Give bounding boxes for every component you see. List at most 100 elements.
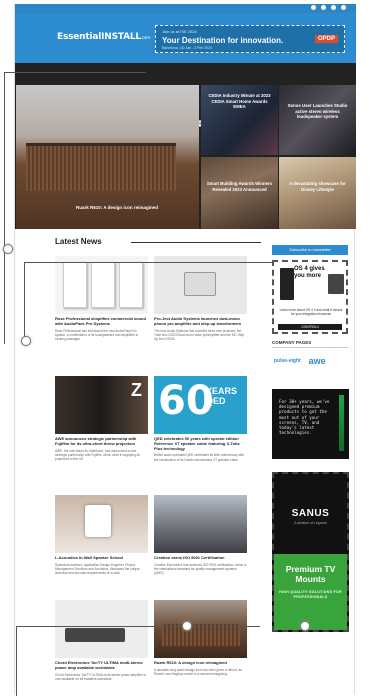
sanus-tagline: HIGH QUALITY SOLUTIONS FOR PROFESSIONALS [279, 590, 342, 599]
news-card-image [154, 495, 247, 553]
news-card-title[interactable]: Creation earns ISO 9001 Certification [154, 555, 247, 561]
brand-mark: Z [131, 380, 142, 400]
news-card[interactable]: 60 YEARS QED QED celebrates 50 years with… [154, 376, 247, 462]
company-pages-title: COMPANY PAGES [272, 340, 312, 345]
hero-main-article[interactable]: Ruark R610: A design icon reimagined [16, 85, 199, 229]
news-card-excerpt: Creative Electronics has achieved ISO 90… [154, 562, 247, 576]
news-card-image [154, 600, 247, 658]
news-card-excerpt: Chord Electronics’ SerTY ULTIMA multi-st… [55, 672, 146, 681]
news-card[interactable]: Chord Electronics’ SerTY ULTIMA multi-st… [55, 600, 148, 681]
news-card-excerpt: AWE, the sole Asian AV distributor, has … [55, 448, 140, 461]
ad-accent-strip [339, 395, 344, 451]
site-logo[interactable]: EssentialINSTALL.com [57, 32, 150, 42]
news-card-excerpt: Rose Professional has introduced the new… [55, 328, 139, 341]
callout-line [4, 244, 5, 344]
news-card[interactable]: Z AWE announces strategic partnership wi… [55, 376, 148, 461]
news-card-excerpt: A decades-long audio design icon has bee… [154, 667, 242, 676]
os4-ad-brand: CONTROL4 [278, 324, 342, 330]
news-card-image: 60 YEARS QED [154, 376, 247, 434]
callout-line [16, 626, 17, 696]
hero-tile[interactable]: Sonos User Launches Studio active stereo… [279, 85, 356, 155]
product-image [184, 272, 216, 296]
banner-ad-kicker: Join us at ISE 2024 [162, 29, 197, 34]
hero-tile[interactable]: A devastating showcase for Disney Lifest… [279, 157, 356, 229]
banner-ad-brand: OPDP [314, 35, 338, 43]
hero-section: Select Language ▾ ▾ Ruark R610: A design… [15, 63, 356, 229]
anniversary-label: YEARS QED [206, 386, 238, 406]
news-card-excerpt: British audio specialist QED celebrates … [154, 453, 244, 462]
news-card-excerpt: The new Audio Systems has unveiled three… [154, 328, 245, 341]
hero-tile[interactable]: Smart Building Awards Winners Revealed 2… [201, 157, 278, 229]
banner-ad-detail: Barcelona | 30 Jan - 2 Feb 2024 [162, 46, 212, 50]
company-logo-pulse-eight[interactable]: pulse-eight [274, 358, 301, 364]
hero-tile-caption: CEDIA Industry Minute at 2023 CEDIA Smar… [208, 93, 271, 109]
callout-dot [3, 244, 13, 254]
brochure-image [63, 262, 87, 308]
header-banner-ad[interactable]: Join us at ISE 2024 Your Destination for… [155, 25, 345, 53]
news-card-image [55, 256, 148, 314]
dark-ad-text: For 30+ years, we’ve designed premium pr… [279, 399, 330, 436]
callout-line [16, 626, 260, 627]
cabinet-image [162, 624, 240, 646]
company-logos: pulse-eight awe [274, 356, 326, 366]
callout-line [4, 72, 146, 73]
sidebar-ad-dark[interactable]: For 30+ years, we’ve designed premium pr… [272, 389, 349, 459]
hero-tile-caption: Smart Building Awards Winners Revealed 2… [206, 181, 273, 192]
heading-divider [131, 242, 261, 243]
news-card-title[interactable]: Pro-Ject Audio Systems launches dual-mon… [154, 316, 247, 327]
callout-dot [182, 621, 192, 631]
twitter-icon[interactable] [321, 5, 326, 10]
instagram-icon[interactable] [341, 5, 346, 10]
latest-news-heading: Latest News [55, 237, 102, 246]
hero-tile-caption: Sonos User Launches Studio active stereo… [287, 103, 348, 119]
news-card-image [55, 600, 148, 658]
news-card-title[interactable]: Ruark R610: A design icon reimagined [154, 660, 247, 666]
news-card-image [55, 495, 148, 553]
sidebar-ad-sanus[interactable]: SANUS A division of Legrand Premium TV M… [272, 472, 349, 632]
speaker-image [85, 505, 111, 537]
news-card-title[interactable]: Chord Electronics’ SerTY ULTIMA multi-st… [55, 660, 148, 671]
hero-tile-caption: A devastating showcase for Disney Lifest… [289, 181, 346, 192]
subscribe-button[interactable]: Subscribe to newsletter [272, 245, 348, 255]
news-card-title[interactable]: AWE announces strategic partnership with… [55, 436, 148, 447]
hero-tile[interactable]: CEDIA Industry Minute at 2023 CEDIA Smar… [201, 85, 278, 155]
news-card[interactable]: Creation earns ISO 9001 Certification Cr… [154, 495, 247, 575]
callout-dot [300, 621, 310, 631]
news-card[interactable]: L-Acoustics In-Wall Speaker School Splen… [55, 495, 148, 575]
sidebar-ad-os4[interactable]: OS 4 gives you more Learn more about OS … [272, 260, 348, 334]
brochure-image [91, 262, 115, 308]
device-image [280, 268, 294, 300]
os4-ad-headline: OS 4 gives you more [294, 266, 325, 279]
news-card-title[interactable]: L-Acoustics In-Wall Speaker School [55, 555, 148, 561]
news-card-excerpt: Splendour partners, Application Design E… [55, 562, 140, 576]
callout-line [4, 72, 5, 244]
callout-dot [21, 336, 31, 346]
device-image [328, 274, 344, 294]
linkedin-icon[interactable] [331, 5, 336, 10]
callout-line [24, 262, 25, 340]
divider [272, 347, 348, 348]
sanus-sub: A division of Legrand [294, 521, 327, 525]
facebook-icon[interactable] [311, 5, 316, 10]
news-card-title[interactable]: QED celebrates 50 years with special edi… [154, 436, 247, 451]
banner-ad-headline: Your Destination for innovation. [162, 36, 284, 45]
callout-line [24, 262, 272, 263]
hero-main-caption: Ruark R610: A design icon reimagined [76, 205, 158, 210]
sanus-title: Premium TV Mounts [285, 564, 336, 584]
news-card[interactable]: Rose Professional simplifies commercial … [55, 256, 148, 341]
social-links [311, 5, 346, 10]
company-logo-awe[interactable]: awe [309, 356, 326, 366]
sanus-brand: SANUS [291, 508, 330, 519]
logo-suffix: .com [140, 35, 150, 40]
top-bar [15, 4, 356, 13]
news-card-title[interactable]: Rose Professional simplifies commercial … [55, 316, 148, 327]
news-card-image: Z [55, 376, 148, 434]
sanus-green-panel: Premium TV Mounts HIGH QUALITY SOLUTIONS… [274, 554, 347, 630]
site-header: EssentialINSTALL.com Join us at ISE 2024… [15, 13, 356, 67]
news-card-image [154, 256, 247, 314]
logo-text: EssentialINSTALL [57, 32, 141, 42]
brochure-image [119, 262, 143, 308]
news-card[interactable]: Pro-Ject Audio Systems launches dual-mon… [154, 256, 247, 341]
hero-image [26, 143, 176, 191]
news-card[interactable]: Ruark R610: A design icon reimagined A d… [154, 600, 247, 676]
